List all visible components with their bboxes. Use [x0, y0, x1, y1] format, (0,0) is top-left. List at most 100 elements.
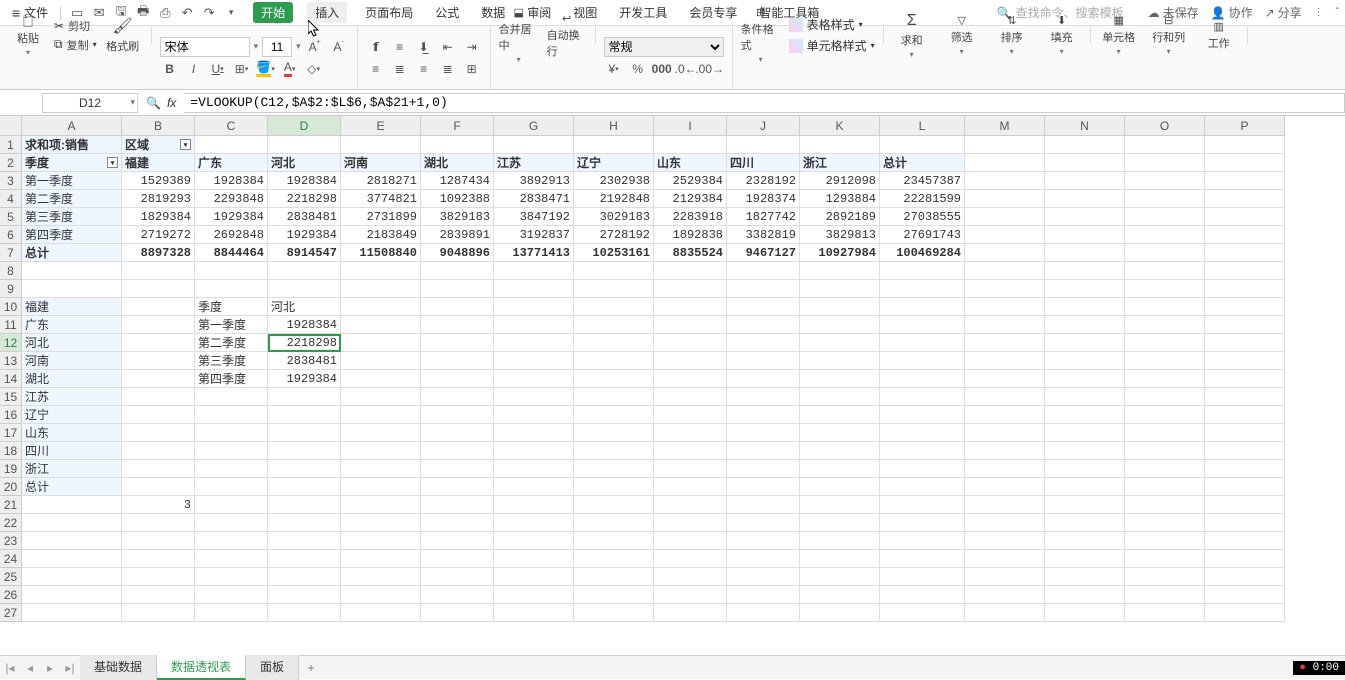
cell-E23[interactable]: [341, 532, 421, 550]
menu-tab-0[interactable]: 开始: [253, 2, 293, 23]
cell-F9[interactable]: [421, 280, 494, 298]
cell-C25[interactable]: [195, 568, 268, 586]
cell-A15[interactable]: 江苏: [22, 388, 122, 406]
cell-F3[interactable]: 1287434: [421, 172, 494, 190]
cell-L22[interactable]: [880, 514, 965, 532]
cell-E1[interactable]: [341, 136, 421, 154]
cell-E14[interactable]: [341, 370, 421, 388]
cell-K3[interactable]: 2912098: [800, 172, 880, 190]
cell-O4[interactable]: [1125, 190, 1205, 208]
cell-I1[interactable]: [654, 136, 727, 154]
cell-B27[interactable]: [122, 604, 195, 622]
cell-K9[interactable]: [800, 280, 880, 298]
cell-O22[interactable]: [1125, 514, 1205, 532]
cell-O13[interactable]: [1125, 352, 1205, 370]
cell-C11[interactable]: 第一季度: [195, 316, 268, 334]
tab-nav-last[interactable]: ▸|: [60, 661, 80, 675]
cell-A3[interactable]: 第一季度: [22, 172, 122, 190]
cell-H11[interactable]: [574, 316, 654, 334]
cell-H24[interactable]: [574, 550, 654, 568]
cell-J7[interactable]: 9467127: [727, 244, 800, 262]
cell-P1[interactable]: [1205, 136, 1285, 154]
cell-E25[interactable]: [341, 568, 421, 586]
cell-D9[interactable]: [268, 280, 341, 298]
align-middle-icon[interactable]: ≡: [390, 37, 410, 57]
cell-G21[interactable]: [494, 496, 574, 514]
cell-C7[interactable]: 8844464: [195, 244, 268, 262]
cell-E18[interactable]: [341, 442, 421, 460]
cell-D25[interactable]: [268, 568, 341, 586]
cell-O7[interactable]: [1125, 244, 1205, 262]
cell-F8[interactable]: [421, 262, 494, 280]
cell-N15[interactable]: [1045, 388, 1125, 406]
cell-P24[interactable]: [1205, 550, 1285, 568]
col-header-E[interactable]: E: [341, 116, 421, 136]
cell-H21[interactable]: [574, 496, 654, 514]
cell-G22[interactable]: [494, 514, 574, 532]
cell-N24[interactable]: [1045, 550, 1125, 568]
tab-nav-first[interactable]: |◂: [0, 661, 20, 675]
cell-H15[interactable]: [574, 388, 654, 406]
cell-P19[interactable]: [1205, 460, 1285, 478]
row-header-20[interactable]: 20: [0, 478, 22, 496]
col-header-F[interactable]: F: [421, 116, 494, 136]
cell-L1[interactable]: [880, 136, 965, 154]
cell-L13[interactable]: [880, 352, 965, 370]
cell-I11[interactable]: [654, 316, 727, 334]
align-center-icon[interactable]: ≣: [390, 59, 410, 79]
row-header-2[interactable]: 2: [0, 154, 22, 172]
cell-M10[interactable]: [965, 298, 1045, 316]
cell-A26[interactable]: [22, 586, 122, 604]
decrease-indent-icon[interactable]: ⇤: [438, 37, 458, 57]
cell-D21[interactable]: [268, 496, 341, 514]
col-header-G[interactable]: G: [494, 116, 574, 136]
cell-L9[interactable]: [880, 280, 965, 298]
cell-B19[interactable]: [122, 460, 195, 478]
cell-P5[interactable]: [1205, 208, 1285, 226]
cell-M14[interactable]: [965, 370, 1045, 388]
fx-icon[interactable]: fx: [167, 96, 176, 110]
table-style-button[interactable]: 表格样式▾: [789, 16, 875, 33]
cell-B7[interactable]: 8897328: [122, 244, 195, 262]
cell-F6[interactable]: 2839891: [421, 226, 494, 244]
more-icon[interactable]: ▾: [221, 3, 241, 23]
menu-tab-7[interactable]: 开发工具: [615, 2, 671, 23]
cell-M9[interactable]: [965, 280, 1045, 298]
cell-O18[interactable]: [1125, 442, 1205, 460]
cell-A9[interactable]: [22, 280, 122, 298]
cell-C16[interactable]: [195, 406, 268, 424]
cell-M23[interactable]: [965, 532, 1045, 550]
cell-M2[interactable]: [965, 154, 1045, 172]
chevron-down-icon[interactable]: ▾: [130, 97, 135, 108]
cell-I25[interactable]: [654, 568, 727, 586]
cell-A18[interactable]: 四川: [22, 442, 122, 460]
cell-M12[interactable]: [965, 334, 1045, 352]
cell-M22[interactable]: [965, 514, 1045, 532]
row-header-8[interactable]: 8: [0, 262, 22, 280]
cell-P11[interactable]: [1205, 316, 1285, 334]
cell-H10[interactable]: [574, 298, 654, 316]
cell-B12[interactable]: [122, 334, 195, 352]
cell-N21[interactable]: [1045, 496, 1125, 514]
cell-I27[interactable]: [654, 604, 727, 622]
cell-K4[interactable]: 1293884: [800, 190, 880, 208]
cell-G25[interactable]: [494, 568, 574, 586]
cell-O23[interactable]: [1125, 532, 1205, 550]
cell-F25[interactable]: [421, 568, 494, 586]
cell-J17[interactable]: [727, 424, 800, 442]
cell-G27[interactable]: [494, 604, 574, 622]
cell-O12[interactable]: [1125, 334, 1205, 352]
cell-D20[interactable]: [268, 478, 341, 496]
cell-K10[interactable]: [800, 298, 880, 316]
cell-M17[interactable]: [965, 424, 1045, 442]
cell-H8[interactable]: [574, 262, 654, 280]
cell-J8[interactable]: [727, 262, 800, 280]
cell-H5[interactable]: 3029183: [574, 208, 654, 226]
cell-C2[interactable]: 广东: [195, 154, 268, 172]
cell-N1[interactable]: [1045, 136, 1125, 154]
cell-N11[interactable]: [1045, 316, 1125, 334]
cell-L25[interactable]: [880, 568, 965, 586]
cell-O25[interactable]: [1125, 568, 1205, 586]
col-header-A[interactable]: A: [22, 116, 122, 136]
menu-tab-3[interactable]: 公式: [431, 2, 463, 23]
